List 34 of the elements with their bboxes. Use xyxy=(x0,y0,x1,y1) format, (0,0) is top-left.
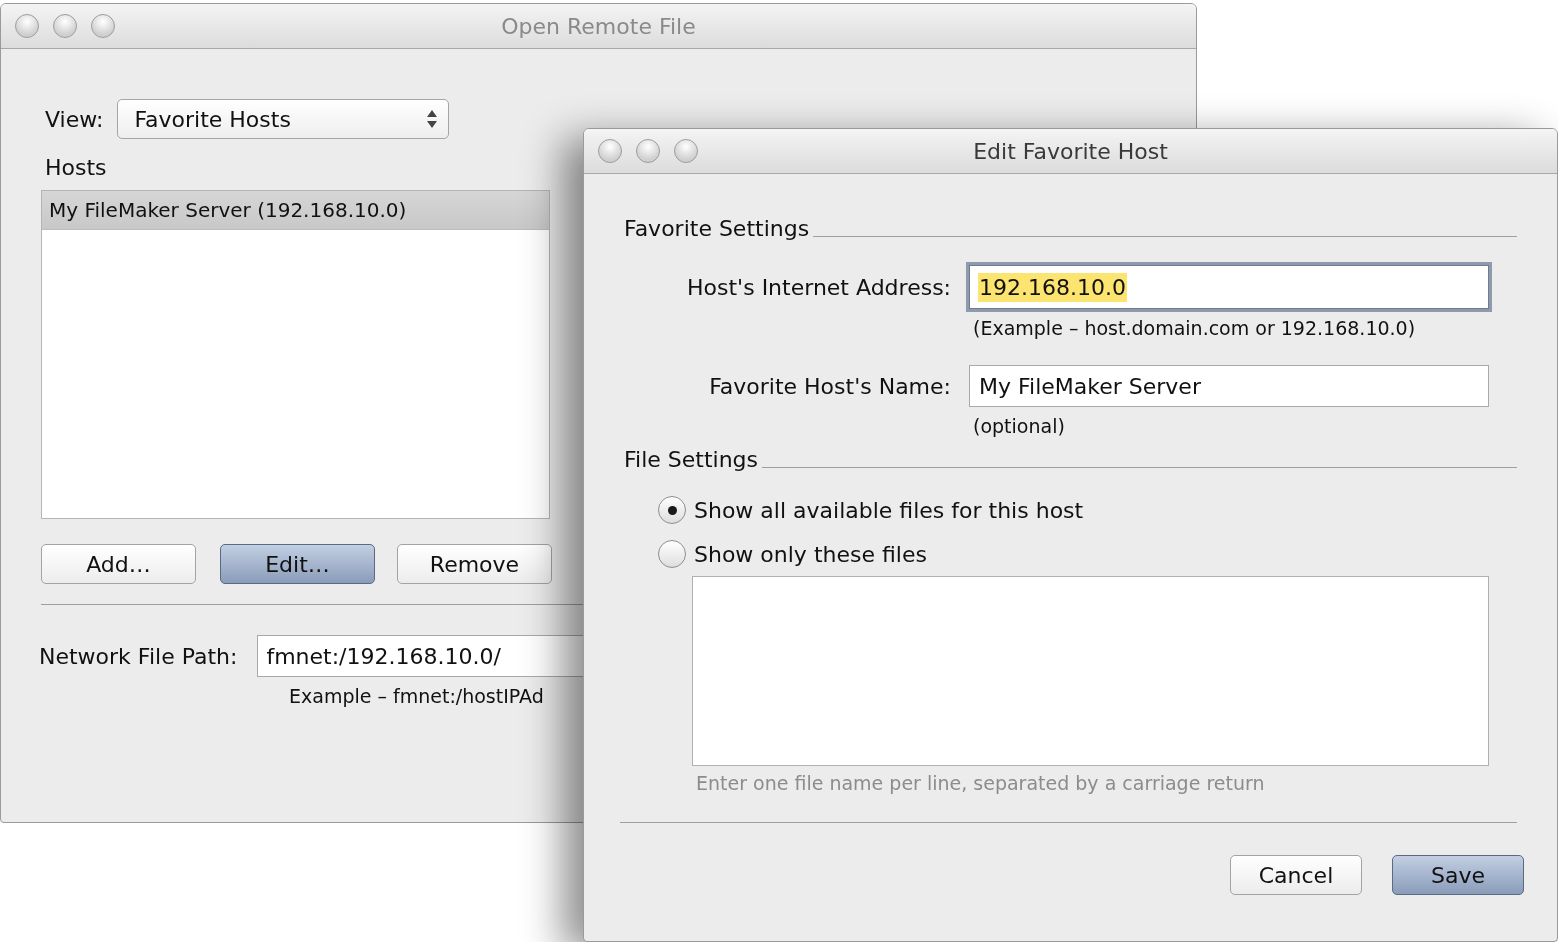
network-file-path-label: Network File Path: xyxy=(39,643,238,669)
view-label: View: xyxy=(45,106,104,132)
section-heading: Favorite Settings xyxy=(624,216,810,241)
radio-button[interactable] xyxy=(658,540,686,568)
window-title: Edit Favorite Host xyxy=(973,138,1168,164)
radio-label: Show all available files for this host xyxy=(694,497,1084,523)
file-names-field[interactable] xyxy=(692,576,1489,766)
example-text: Example – fmnet:/hostIPAd xyxy=(289,685,545,707)
radio-button[interactable] xyxy=(658,496,686,524)
window-button[interactable] xyxy=(598,139,622,163)
field-label: Favorite Host's Name: xyxy=(709,373,951,399)
hint-text: (optional) xyxy=(973,415,1066,437)
host-list-item[interactable]: My FileMaker Server (192.168.10.0) xyxy=(42,191,549,230)
host-name-field[interactable]: My FileMaker Server xyxy=(969,365,1489,407)
host-address-field[interactable]: 192.168.10.0 xyxy=(969,265,1489,309)
dialog-button[interactable]: Save xyxy=(1392,855,1524,895)
hint-text: (Example – host.domain.com or 192.168.10.0) xyxy=(973,317,1417,339)
section-heading: File Settings xyxy=(624,447,759,472)
radio-label: Show only these files xyxy=(694,541,927,567)
window-button[interactable] xyxy=(15,14,39,38)
window-button[interactable] xyxy=(53,14,77,38)
dialog-button[interactable]: Remove xyxy=(397,544,552,584)
window-button[interactable] xyxy=(91,14,115,38)
field-label: Host's Internet Address: xyxy=(687,274,951,300)
dialog-button[interactable]: Edit… xyxy=(220,544,375,584)
dialog-button[interactable]: Cancel xyxy=(1230,855,1362,895)
view-select[interactable]: Favorite Hosts xyxy=(117,99,450,139)
hosts-label: Hosts xyxy=(45,155,108,180)
hint-text: Enter one file name per line, separated by a carriage return xyxy=(696,772,1266,794)
dialog-button[interactable]: Add… xyxy=(41,544,196,584)
up-down-arrows-icon xyxy=(426,108,439,130)
window-button[interactable] xyxy=(674,139,698,163)
window-title: Open Remote File xyxy=(501,13,696,39)
window-button[interactable] xyxy=(636,139,660,163)
